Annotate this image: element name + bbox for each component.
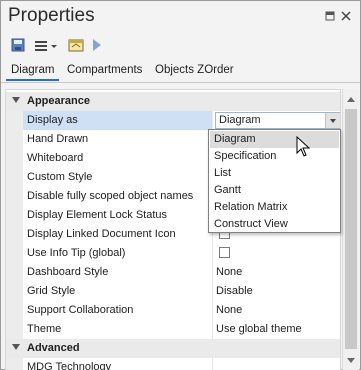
property-name: MDG Technology [27, 361, 112, 370]
scroll-up-icon[interactable] [346, 94, 356, 104]
chevron-down-icon[interactable] [325, 113, 340, 128]
category-label: Advanced [27, 342, 80, 354]
property-row-mdg-technology: MDG Technology [6, 358, 340, 370]
property-row-theme[interactable]: Theme Use global theme [6, 320, 340, 339]
property-row-use-info-tip: Use Info Tip (global) [6, 244, 340, 263]
property-name: Use Info Tip (global) [27, 247, 126, 259]
close-icon[interactable] [339, 9, 353, 23]
property-value[interactable]: None [216, 304, 242, 316]
property-name: Grid Style [27, 285, 76, 297]
property-name: Dashboard Style [27, 266, 109, 278]
property-row-grid-style[interactable]: Grid Style Disable [6, 282, 340, 301]
window-title: Properties [8, 5, 95, 26]
tab-diagram[interactable]: Diagram [6, 61, 60, 81]
vertical-scrollbar[interactable] [342, 89, 359, 370]
property-name: Custom Style [27, 171, 93, 183]
property-value[interactable]: None [216, 266, 242, 278]
property-name: Display as [27, 114, 78, 126]
collapse-icon[interactable] [12, 344, 20, 350]
combo-value: Diagram [219, 114, 261, 126]
option-diagram[interactable]: Diagram [210, 131, 339, 148]
mouse-cursor-icon [296, 135, 312, 158]
element-options-icon[interactable] [67, 36, 85, 54]
property-row-support-collaboration[interactable]: Support Collaboration None [6, 301, 340, 320]
option-gantt[interactable]: Gantt [210, 182, 339, 199]
option-specification[interactable]: Specification [210, 148, 339, 165]
property-name: Whiteboard [27, 152, 84, 164]
category-appearance[interactable]: Appearance [6, 92, 340, 111]
property-value[interactable]: Use global theme [216, 323, 302, 335]
option-relation-matrix[interactable]: Relation Matrix [210, 199, 339, 216]
toolbar [1, 33, 360, 57]
property-name: Display Linked Document Icon [27, 228, 176, 240]
property-name: Support Collaboration [27, 304, 134, 316]
option-construct-view[interactable]: Construct View [210, 216, 339, 233]
use-info-tip-checkbox[interactable] [219, 247, 230, 258]
property-name: Theme [27, 323, 62, 335]
tab-compartments[interactable]: Compartments [62, 61, 147, 81]
property-name: Display Element Lock Status [27, 209, 168, 221]
play-icon[interactable] [91, 36, 103, 54]
title-bar: Properties [1, 1, 360, 33]
display-as-dropdown-list: Diagram Specification List Gantt Relatio… [208, 129, 341, 233]
pin-icon[interactable] [323, 9, 337, 23]
menu-icon[interactable] [33, 36, 61, 54]
scroll-down-icon[interactable] [346, 355, 356, 365]
tab-bar: Diagram Compartments Objects ZOrder [1, 57, 360, 83]
collapse-icon[interactable] [12, 97, 20, 103]
save-icon[interactable] [10, 36, 26, 54]
property-name: Hand Drawn [27, 133, 89, 145]
property-row-display-as[interactable]: Display as Diagram [6, 111, 340, 130]
properties-window: Properties Diagram Compartments Objects … [0, 0, 361, 370]
category-advanced[interactable]: Advanced [6, 339, 340, 358]
category-label: Appearance [27, 95, 90, 107]
option-list[interactable]: List [210, 165, 339, 182]
display-as-combo[interactable]: Diagram [215, 112, 340, 129]
property-row-dashboard-style[interactable]: Dashboard Style None [6, 263, 340, 282]
property-name: Disable fully scoped object names [27, 190, 194, 202]
scrollbar-thumb[interactable] [345, 109, 357, 349]
property-value[interactable]: Disable [216, 285, 253, 297]
tab-objects-zorder[interactable]: Objects ZOrder [150, 61, 239, 81]
